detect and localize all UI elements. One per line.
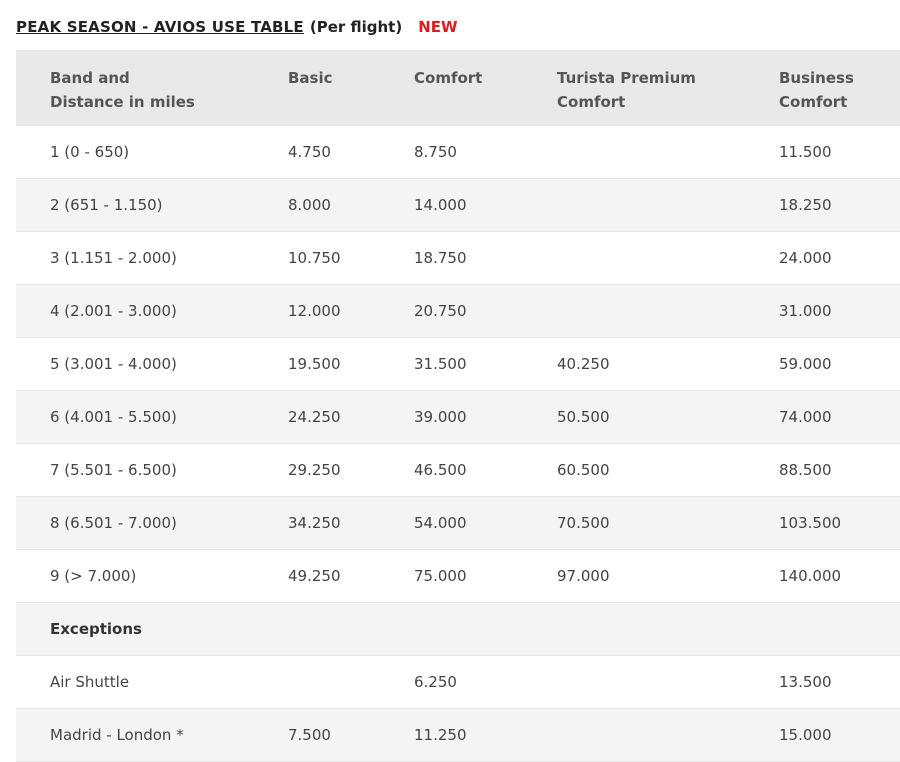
turista-premium-cell: 50.500 [557,408,610,426]
header-band-distance: Band and Distance in miles [16,66,288,114]
band-cell: 6 (4.001 - 5.500) [50,408,177,426]
header-business-comfort: Business Comfort [779,66,900,114]
band-cell: 4 (2.001 - 3.000) [50,302,177,320]
business-comfort-cell: 15.000 [779,726,832,744]
comfort-cell: 46.500 [414,461,467,479]
header-business-line2: Comfort [779,93,848,111]
table-row: 5 (3.001 - 4.000) 19.500 31.500 40.250 5… [16,338,900,391]
header-band-line2: Distance in miles [50,93,195,111]
business-comfort-cell: 24.000 [779,249,832,267]
header-comfort: Comfort [414,66,557,90]
band-cell: 3 (1.151 - 2.000) [50,249,177,267]
comfort-cell: 39.000 [414,408,467,426]
exceptions-label: Exceptions [50,620,142,638]
basic-cell: 8.000 [288,196,331,214]
header-business-line1: Business [779,69,854,87]
route-cell: Madrid - London * [50,726,184,744]
table-row: 8 (6.501 - 7.000) 34.250 54.000 70.500 1… [16,497,900,550]
basic-cell: 24.250 [288,408,341,426]
comfort-cell: 11.250 [414,726,467,744]
new-badge: NEW [418,18,458,36]
table-row: 6 (4.001 - 5.500) 24.250 39.000 50.500 7… [16,391,900,444]
business-comfort-cell: 11.500 [779,143,832,161]
business-comfort-cell: 74.000 [779,408,832,426]
band-cell: 2 (651 - 1.150) [50,196,163,214]
basic-cell: 34.250 [288,514,341,532]
business-comfort-cell: 59.000 [779,355,832,373]
exceptions-heading-row: Exceptions [16,603,900,656]
comfort-cell: 18.750 [414,249,467,267]
business-comfort-cell: 18.250 [779,196,832,214]
table-row: 1 (0 - 650) 4.750 8.750 11.500 [16,126,900,179]
table-subtitle: (Per flight) [309,18,403,36]
turista-premium-cell: 60.500 [557,461,610,479]
band-cell: 8 (6.501 - 7.000) [50,514,177,532]
basic-cell: 4.750 [288,143,331,161]
header-comfort-line1: Comfort [414,69,483,87]
table-header-row: Band and Distance in miles Basic Comfort… [16,50,900,126]
turista-premium-cell: 40.250 [557,355,610,373]
basic-cell: 29.250 [288,461,341,479]
band-cell: 9 (> 7.000) [50,567,137,585]
comfort-cell: 6.250 [414,673,457,691]
avios-use-table: Band and Distance in miles Basic Comfort… [16,50,900,762]
table-row: 9 (> 7.000) 49.250 75.000 97.000 140.000 [16,550,900,603]
band-cell: 1 (0 - 650) [50,143,130,161]
table-title-bar: PEAK SEASON - AVIOS USE TABLE (Per fligh… [16,15,458,39]
basic-cell: 19.500 [288,355,341,373]
basic-cell: 10.750 [288,249,341,267]
comfort-cell: 8.750 [414,143,457,161]
exception-row: Madrid - London * 7.500 11.250 15.000 [16,709,900,762]
basic-cell: 49.250 [288,567,341,585]
business-comfort-cell: 140.000 [779,567,842,585]
table-title: PEAK SEASON - AVIOS USE TABLE [16,18,304,36]
header-basic: Basic [288,66,414,90]
header-turista-premium: Turista Premium Comfort [557,66,779,114]
band-cell: 7 (5.501 - 6.500) [50,461,177,479]
basic-cell: 7.500 [288,726,331,744]
table-row: 4 (2.001 - 3.000) 12.000 20.750 31.000 [16,285,900,338]
route-cell: Air Shuttle [50,673,130,691]
basic-cell: 12.000 [288,302,341,320]
business-comfort-cell: 88.500 [779,461,832,479]
header-band-line1: Band and [50,69,130,87]
band-cell: 5 (3.001 - 4.000) [50,355,177,373]
turista-premium-cell: 97.000 [557,567,610,585]
business-comfort-cell: 31.000 [779,302,832,320]
comfort-cell: 20.750 [414,302,467,320]
exception-row: Air Shuttle 6.250 13.500 [16,656,900,709]
table-row: 3 (1.151 - 2.000) 10.750 18.750 24.000 [16,232,900,285]
comfort-cell: 54.000 [414,514,467,532]
comfort-cell: 31.500 [414,355,467,373]
business-comfort-cell: 103.500 [779,514,842,532]
turista-premium-cell: 70.500 [557,514,610,532]
table-row: 2 (651 - 1.150) 8.000 14.000 18.250 [16,179,900,232]
business-comfort-cell: 13.500 [779,673,832,691]
header-turista-line2: Comfort [557,93,626,111]
header-turista-line1: Turista Premium [557,69,696,87]
table-row: 7 (5.501 - 6.500) 29.250 46.500 60.500 8… [16,444,900,497]
comfort-cell: 14.000 [414,196,467,214]
header-basic-line1: Basic [288,69,333,87]
comfort-cell: 75.000 [414,567,467,585]
